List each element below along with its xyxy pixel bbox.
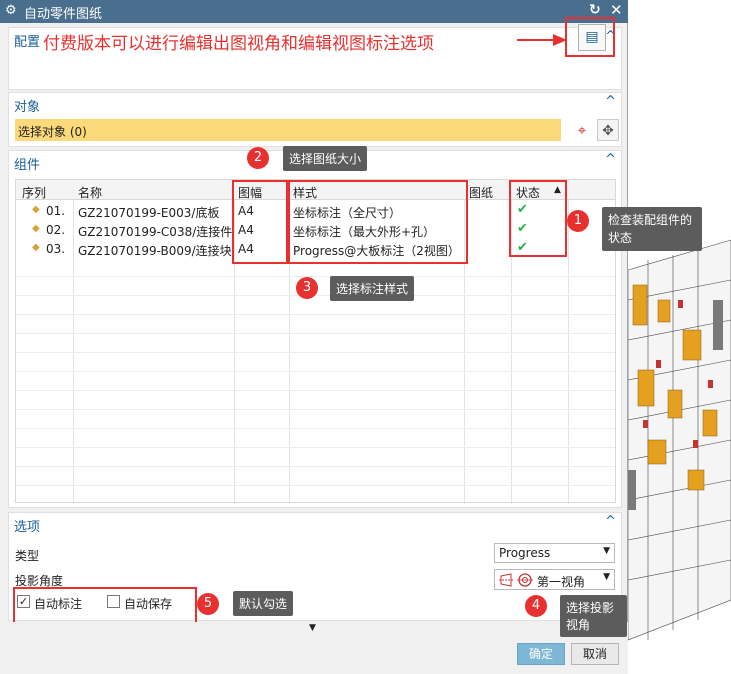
component-icon: ◆ <box>32 242 40 253</box>
highlight-box-size <box>232 180 288 264</box>
table-row-empty <box>16 334 615 353</box>
highlight-box-style <box>288 180 468 264</box>
row-name: GZ21070199-E003/底板 <box>78 206 220 220</box>
object-section: 对象 ^ 选择对象 (0) ⌖ ✥ <box>8 92 622 147</box>
object-heading: 对象 <box>14 100 41 115</box>
select-object-row[interactable]: 选择对象 (0) <box>15 119 561 141</box>
config-note: 付费版本可以进行编辑出图视角和编辑视图标注选项 <box>43 34 434 54</box>
table-row-empty <box>16 467 615 486</box>
row-seq: 03. <box>46 242 66 256</box>
ok-button[interactable]: 确定 <box>517 643 565 665</box>
first-angle-projection-icon <box>499 573 533 587</box>
type-select[interactable]: Progress ▼ <box>494 543 615 563</box>
move-icon[interactable]: ✥ <box>597 119 619 141</box>
column-header-drawing[interactable]: 图纸 <box>469 184 493 201</box>
dropdown-arrow-icon: ▼ <box>603 572 610 582</box>
cancel-button[interactable]: 取消 <box>571 643 619 665</box>
callout-number-2: 2 <box>247 147 269 169</box>
config-heading: 配置 <box>14 35 41 50</box>
select-object-label: 选择对象 (0) <box>18 125 87 139</box>
highlight-box-status <box>509 180 567 257</box>
projection-select-value: 第一视角 <box>537 575 586 589</box>
auto-part-drawing-dialog: ⚙ 自动零件图纸 ↻ ✕ 配置 ^ 付费版本可以进行编辑出图视角和编辑视图标注选… <box>0 0 702 674</box>
table-row-empty <box>16 410 615 429</box>
row-seq: 02. <box>46 223 66 237</box>
table-row-empty <box>16 353 615 372</box>
component-icon: ◆ <box>32 223 40 234</box>
components-heading: 组件 <box>14 158 41 173</box>
callout-number-5: 5 <box>197 593 219 615</box>
callout-select-size: 选择图纸大小 <box>283 146 368 171</box>
document-icon: ▤ <box>585 29 599 45</box>
callout-default-checked: 默认勾选 <box>233 591 294 616</box>
table-row-empty <box>16 391 615 410</box>
type-label: 类型 <box>15 549 40 563</box>
cad-model-view <box>628 0 731 674</box>
reset-icon[interactable]: ↻ <box>589 2 601 18</box>
row-name: GZ21070199-C038/连接件 <box>78 225 233 239</box>
callout-number-4: 4 <box>525 595 547 617</box>
callout-number-1: 1 <box>567 210 589 232</box>
options-heading: 选项 <box>14 520 41 535</box>
callout-number-3: 3 <box>296 277 318 299</box>
table-row-empty <box>16 448 615 467</box>
column-header-name[interactable]: 名称 <box>78 184 102 201</box>
window-title: 自动零件图纸 <box>24 7 103 22</box>
component-icon: ◆ <box>32 204 40 215</box>
table-row-empty <box>16 296 615 315</box>
callout-check-status: 检查装配组件的状态 <box>602 207 702 251</box>
row-name: GZ21070199-B009/连接块 <box>78 244 232 258</box>
expand-more-icon[interactable]: ▼ <box>309 623 316 633</box>
row-seq: 01. <box>46 204 66 218</box>
table-row-empty <box>16 429 615 448</box>
projection-select[interactable]: 第一视角 ▼ <box>494 569 615 590</box>
collapse-icon[interactable]: ^ <box>605 514 616 529</box>
gear-icon: ⚙ <box>5 3 17 18</box>
title-bar: ⚙ 自动零件图纸 ↻ ✕ <box>0 0 628 23</box>
document-settings-button[interactable]: ▤ <box>578 24 606 51</box>
callout-select-projection: 选择投影视角 <box>560 595 627 637</box>
table-row-empty <box>16 372 615 391</box>
column-header-seq[interactable]: 序列 <box>22 184 46 201</box>
arrow-right-icon <box>517 34 567 46</box>
dropdown-arrow-icon: ▼ <box>603 546 610 556</box>
dialog-footer: ▼ 确定 取消 <box>0 622 628 674</box>
table-row-empty <box>16 315 615 334</box>
callout-select-style: 选择标注样式 <box>330 276 415 301</box>
collapse-icon[interactable]: ^ <box>605 152 616 167</box>
crosshair-icon[interactable]: ⌖ <box>571 119 593 141</box>
type-select-value: Progress <box>499 546 551 560</box>
collapse-icon[interactable]: ^ <box>605 94 616 109</box>
